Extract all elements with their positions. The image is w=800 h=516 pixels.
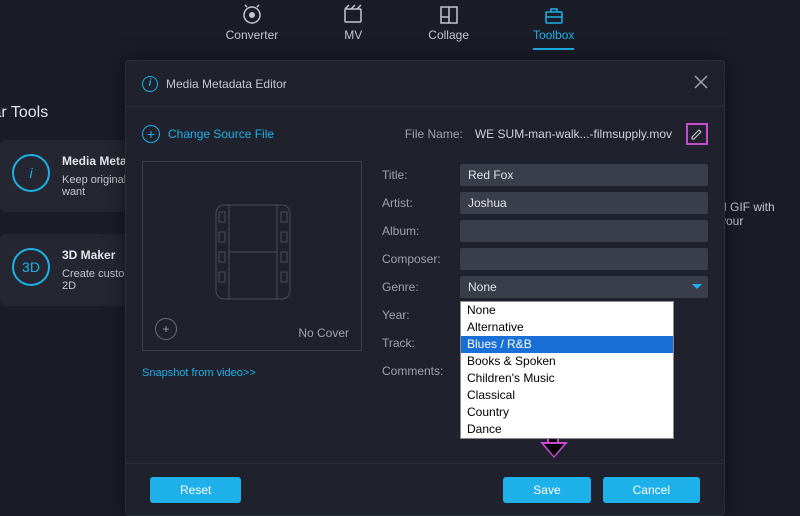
comments-label: Comments: (382, 364, 460, 378)
fields-column: Title: Artist: Album: Composer: Genre:No… (382, 161, 708, 385)
genre-dropdown[interactable]: None (460, 276, 708, 298)
album-label: Album: (382, 224, 460, 238)
genre-option[interactable]: None (461, 302, 673, 319)
tab-label: MV (344, 28, 362, 42)
tab-mv[interactable]: MV (342, 4, 364, 48)
modal-title: Media Metadata Editor (166, 77, 287, 91)
pencil-icon (691, 128, 703, 140)
tab-collage[interactable]: Collage (428, 4, 469, 48)
year-label: Year: (382, 308, 460, 322)
genre-option[interactable]: Country (461, 404, 673, 421)
tab-label: Converter (226, 28, 279, 42)
edit-filename-button[interactable] (686, 123, 708, 145)
genre-label: Genre: (382, 280, 460, 294)
add-cover-button[interactable]: + (155, 318, 177, 340)
tab-label: Collage (428, 28, 469, 42)
composer-label: Composer: (382, 252, 460, 266)
save-button[interactable]: Save (503, 477, 590, 503)
reset-button[interactable]: Reset (150, 477, 241, 503)
cancel-button[interactable]: Cancel (603, 477, 700, 503)
title-label: Title: (382, 168, 460, 182)
chevron-down-icon (692, 284, 702, 289)
genre-option[interactable]: Easy Listening (461, 438, 673, 439)
title-field[interactable] (460, 164, 708, 186)
converter-icon (241, 4, 263, 26)
genre-dropdown-list[interactable]: NoneAlternativeBlues / R&BBooks & Spoken… (460, 301, 674, 439)
modal-subheader: + Change Source File File Name: WE SUM-m… (126, 107, 724, 153)
genre-option[interactable]: Blues / R&B (461, 336, 673, 353)
genre-option[interactable]: Books & Spoken (461, 353, 673, 370)
info-icon: i (12, 154, 50, 192)
tab-label: Toolbox (533, 28, 574, 42)
genre-option[interactable]: Classical (461, 387, 673, 404)
genre-option[interactable]: Children's Music (461, 370, 673, 387)
album-field[interactable] (460, 220, 708, 242)
preview-column: + No Cover Snapshot from video>> (142, 161, 362, 385)
collage-icon (438, 4, 460, 26)
no-cover-label: No Cover (298, 326, 349, 340)
cover-preview: + No Cover (142, 161, 362, 351)
filename-value: WE SUM-man-walk...-filmsupply.mov (475, 127, 672, 141)
film-placeholder-icon (215, 204, 291, 300)
artist-label: Artist: (382, 196, 460, 210)
modal-footer: Reset Save Cancel (126, 463, 724, 515)
genre-option[interactable]: Alternative (461, 319, 673, 336)
genre-option[interactable]: Dance (461, 421, 673, 438)
track-label: Track: (382, 336, 460, 350)
composer-field[interactable] (460, 248, 708, 270)
plus-icon[interactable]: + (142, 125, 160, 143)
artist-field[interactable] (460, 192, 708, 214)
right-snippet: d GIF with your (720, 200, 800, 228)
info-icon: i (142, 76, 158, 92)
modal-header: i Media Metadata Editor (126, 61, 724, 107)
toolbox-icon (543, 4, 565, 26)
tab-converter[interactable]: Converter (226, 4, 279, 48)
close-icon[interactable] (694, 73, 708, 94)
snapshot-link[interactable]: Snapshot from video>> (142, 367, 256, 379)
mv-icon (342, 4, 364, 26)
change-source-link[interactable]: Change Source File (168, 127, 274, 141)
three-d-icon: 3D (12, 248, 50, 286)
tab-toolbox[interactable]: Toolbox (533, 4, 574, 50)
top-nav: Converter MV Collage Toolbox (0, 0, 800, 60)
filename-label: File Name: (405, 127, 463, 141)
metadata-editor-modal: i Media Metadata Editor + Change Source … (125, 60, 725, 516)
